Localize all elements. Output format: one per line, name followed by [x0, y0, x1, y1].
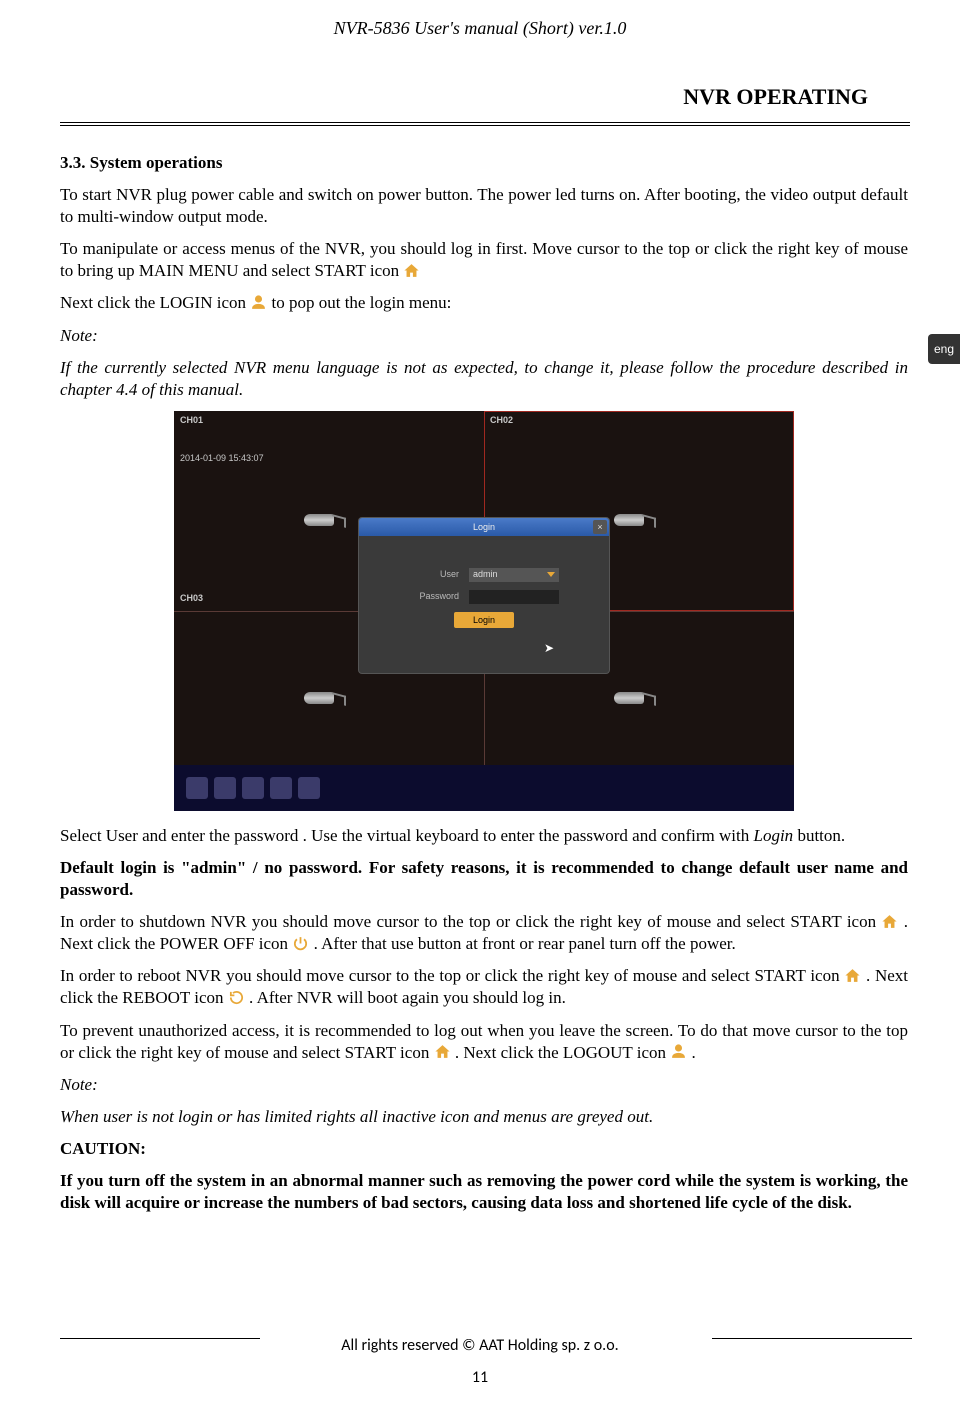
- ch03-label: CH03: [180, 593, 203, 605]
- section-title: NVR OPERATING: [683, 84, 868, 110]
- toolbar-button[interactable]: [214, 777, 236, 799]
- para-1: To start NVR plug power cable and switch…: [60, 184, 908, 228]
- login-title-text: Login: [473, 522, 495, 532]
- toolbar-button[interactable]: [186, 777, 208, 799]
- caution-body: If you turn off the system in an abnorma…: [60, 1170, 908, 1214]
- para-4a: Select User and enter the password . Use…: [60, 826, 754, 845]
- para-8b: . Next click the LOGOUT icon: [455, 1043, 670, 1062]
- para-7a: In order to reboot NVR you should move c…: [60, 966, 844, 985]
- note-2-body: When user is not login or has limited ri…: [60, 1106, 908, 1128]
- para-3b: to pop out the login menu:: [272, 293, 452, 312]
- toolbar-button[interactable]: [242, 777, 264, 799]
- bottom-toolbar: [174, 765, 794, 811]
- password-input[interactable]: [469, 590, 559, 604]
- home-icon: [844, 967, 861, 984]
- password-label: Password: [409, 591, 459, 603]
- toolbar-button[interactable]: [270, 777, 292, 799]
- caution-label: CAUTION:: [60, 1138, 908, 1160]
- language-tab: eng: [928, 334, 960, 364]
- user-label: User: [409, 569, 459, 581]
- user-select-value: admin: [473, 569, 498, 581]
- reboot-icon: [228, 989, 245, 1006]
- camera-icon: [614, 689, 660, 707]
- note-1-label: Note:: [60, 325, 908, 347]
- para-6c: . After that use button at front or rear…: [314, 934, 736, 953]
- note-2-label: Note:: [60, 1074, 908, 1096]
- cursor-icon: ➤: [544, 641, 554, 657]
- para-3a: Next click the LOGIN icon: [60, 293, 250, 312]
- camera-icon: [304, 689, 350, 707]
- para-7c: . After NVR will boot again you should l…: [249, 988, 566, 1007]
- login-titlebar: Login ×: [359, 518, 609, 536]
- para-8c: .: [692, 1043, 696, 1062]
- camera-icon: [614, 511, 660, 529]
- home-icon: [434, 1043, 451, 1060]
- nvr-login-figure: CH01 CH02 CH03 2014-01-09 15:43:07 Login…: [174, 411, 794, 811]
- user-select[interactable]: admin: [469, 568, 559, 582]
- heading-sysop: 3.3. System operations: [60, 152, 908, 174]
- home-icon: [881, 913, 898, 930]
- para-6: In order to shutdown NVR you should move…: [60, 911, 908, 955]
- note-1-body: If the currently selected NVR menu langu…: [60, 357, 908, 401]
- para-6a: In order to shutdown NVR you should move…: [60, 912, 881, 931]
- para-8: To prevent unauthorized access, it is re…: [60, 1020, 908, 1064]
- ch01-label: CH01: [180, 415, 203, 427]
- footer-text: All rights reserved © AAT Holding sp. z …: [0, 1336, 960, 1355]
- para-2-text: To manipulate or access menus of the NVR…: [60, 239, 908, 280]
- login-button[interactable]: Login: [454, 612, 514, 628]
- para-4b: Login: [754, 826, 794, 845]
- para-3: Next click the LOGIN icon to pop out the…: [60, 292, 908, 314]
- para-5: Default login is "admin" / no password. …: [60, 857, 908, 901]
- divider-top: [60, 122, 910, 126]
- chevron-down-icon: [547, 572, 555, 577]
- close-icon[interactable]: ×: [593, 520, 607, 534]
- home-icon: [403, 262, 420, 279]
- body-content: 3.3. System operations To start NVR plug…: [60, 148, 908, 1224]
- para-7: In order to reboot NVR you should move c…: [60, 965, 908, 1009]
- logout-user-icon: [670, 1043, 687, 1060]
- doc-header: NVR-5836 User's manual (Short) ver.1.0: [0, 18, 960, 39]
- camera-icon: [304, 511, 350, 529]
- toolbar-button[interactable]: [298, 777, 320, 799]
- para-2: To manipulate or access menus of the NVR…: [60, 238, 908, 282]
- power-icon: [292, 935, 309, 952]
- login-window: Login × User admin Password Login: [359, 518, 609, 673]
- timestamp-label: 2014-01-09 15:43:07: [180, 453, 264, 465]
- page-number: 11: [0, 1368, 960, 1387]
- para-4c: button.: [793, 826, 845, 845]
- ch02-label: CH02: [490, 415, 513, 427]
- user-icon: [250, 294, 267, 311]
- para-4: Select User and enter the password . Use…: [60, 825, 908, 847]
